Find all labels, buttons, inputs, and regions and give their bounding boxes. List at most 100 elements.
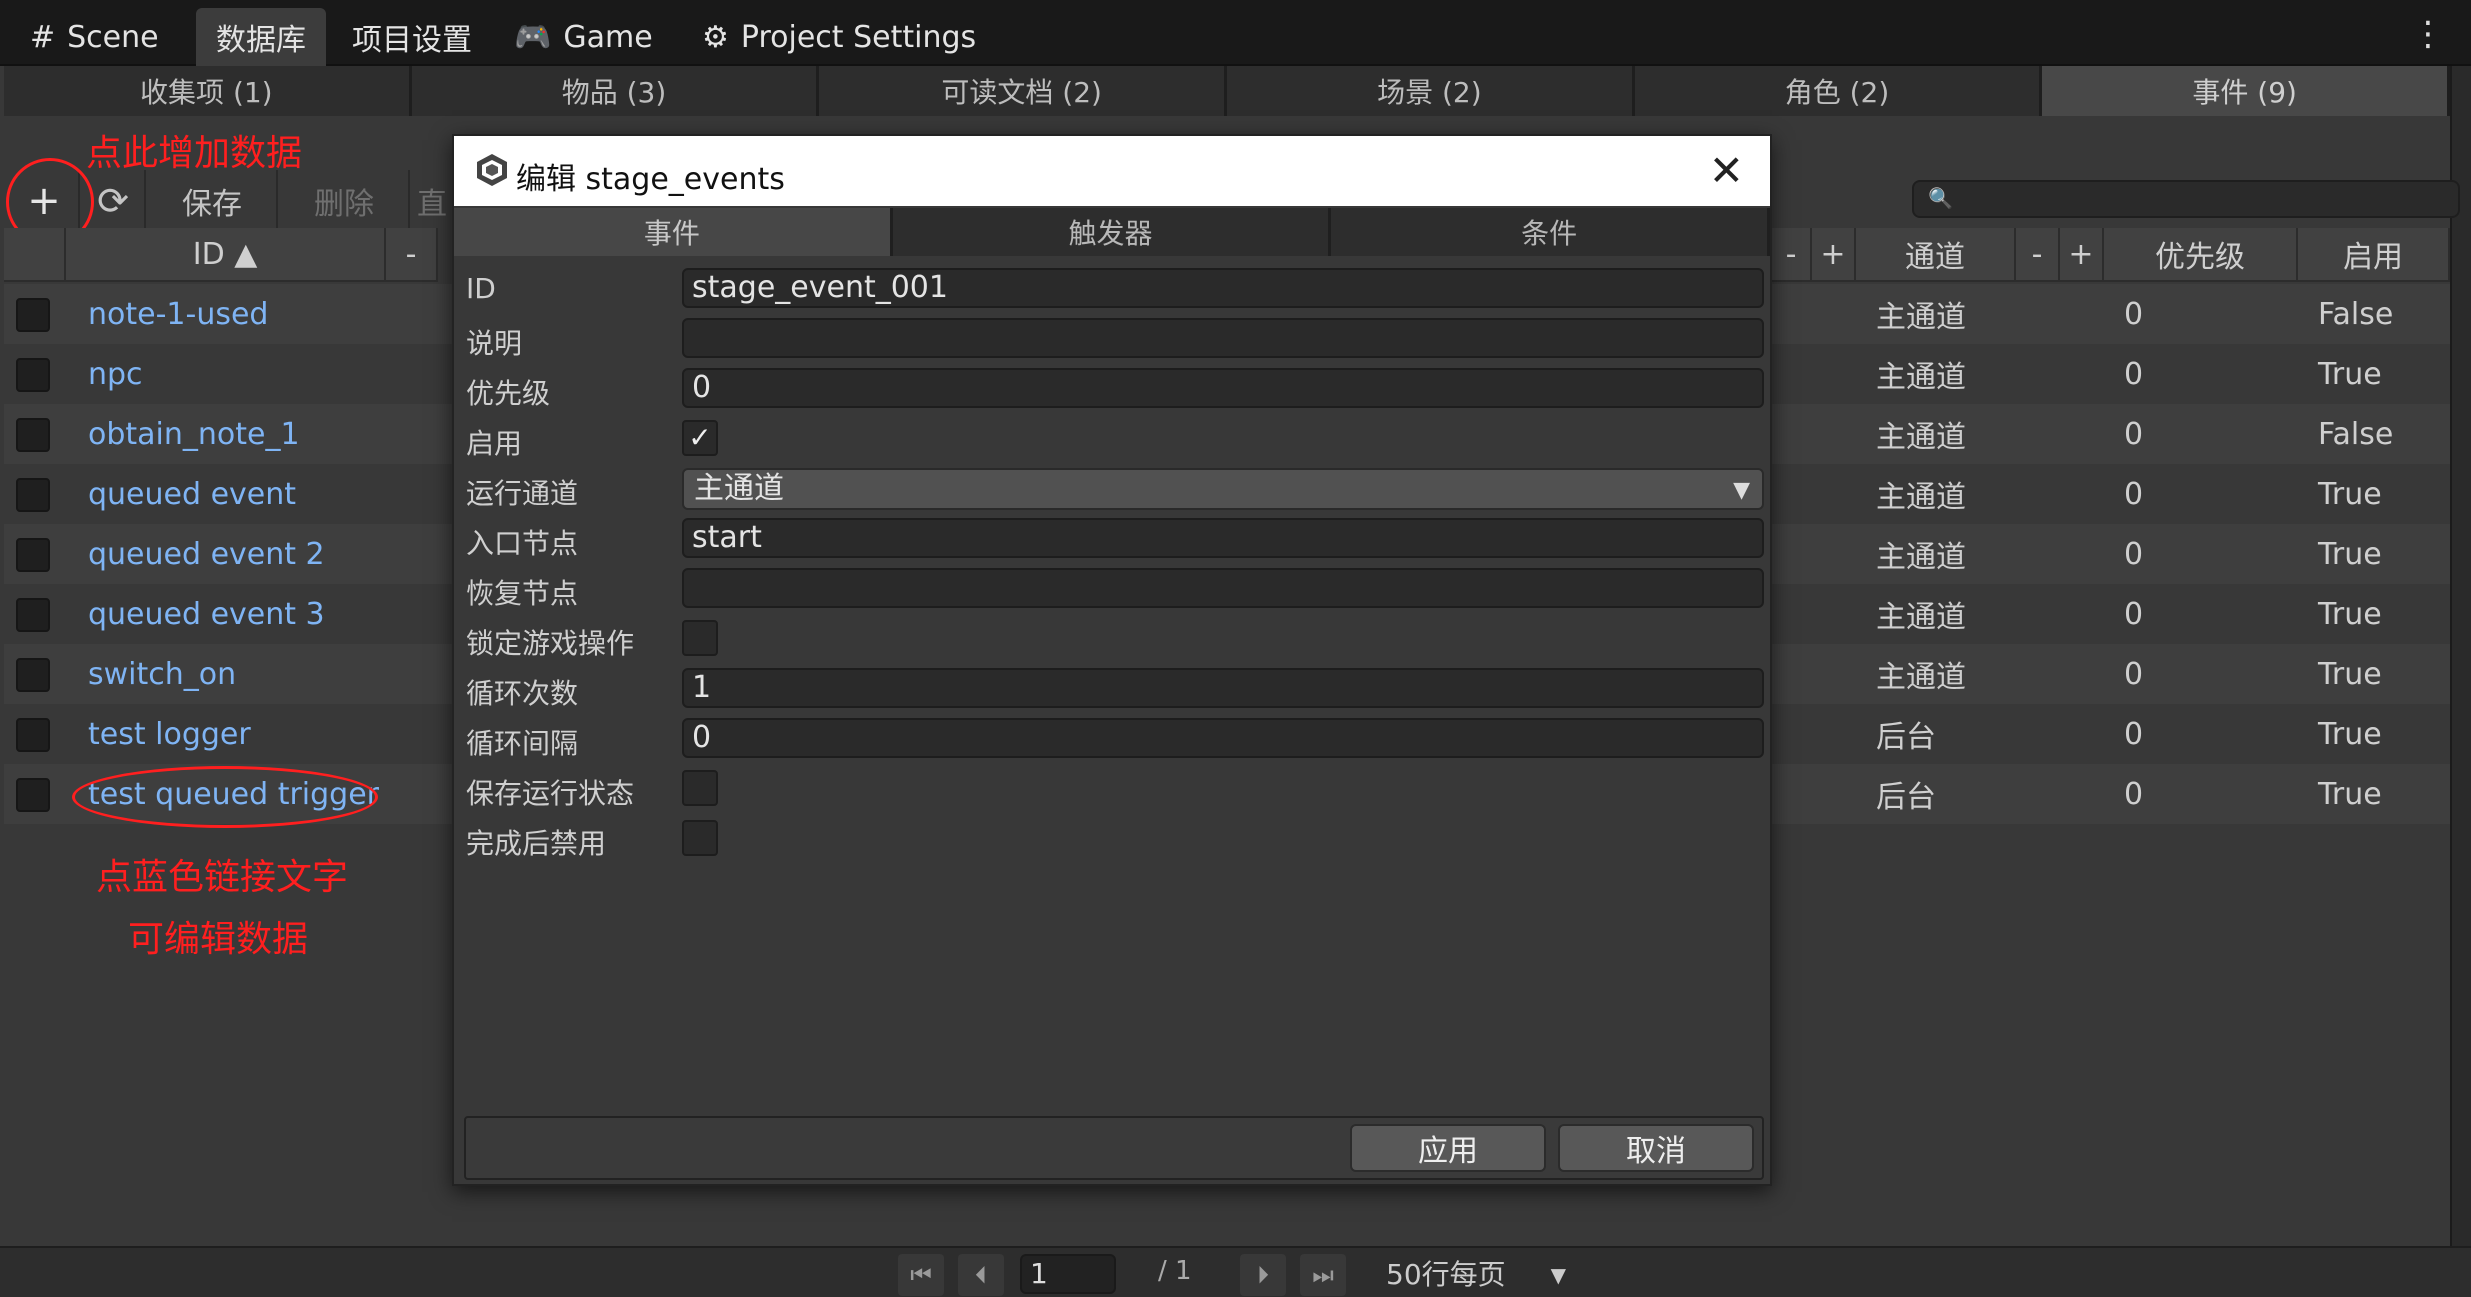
header-id[interactable]: ID ▲: [66, 228, 386, 282]
field-resume-node: 恢复节点: [454, 564, 1770, 614]
row-enabled: True: [2318, 776, 2382, 812]
field-loop-count: 循环次数 1: [454, 664, 1770, 714]
tab-readables[interactable]: 可读文档 (2): [819, 66, 1228, 116]
loop-interval-field[interactable]: 0: [682, 718, 1764, 758]
row-id-link[interactable]: switch_on: [88, 657, 236, 692]
tab-condition[interactable]: 条件: [1331, 208, 1771, 256]
row-id-link[interactable]: queued event 3: [88, 597, 325, 632]
id-field[interactable]: stage_event_001: [682, 268, 1764, 308]
field-label: 保存运行状态: [466, 777, 635, 810]
row-channel: 主通道: [1876, 600, 1966, 635]
header-channel[interactable]: 通道: [1856, 228, 2016, 282]
row-checkbox[interactable]: [16, 298, 50, 332]
row-enabled: True: [2318, 476, 2382, 512]
row-id-link[interactable]: queued event 2: [88, 537, 325, 572]
row-enabled: True: [2318, 656, 2382, 692]
close-icon[interactable]: ✕: [1709, 146, 1744, 195]
rows-per-page-select[interactable]: 50行每页 ▼: [1370, 1254, 1570, 1296]
row-checkbox[interactable]: [16, 598, 50, 632]
row-checkbox[interactable]: [16, 658, 50, 692]
disable-after-checkbox[interactable]: [682, 820, 718, 856]
edit-dialog: 编辑 stage_events ✕ 事件 触发器 条件 ID stage_eve…: [452, 134, 1772, 1186]
row-id-link[interactable]: note-1-used: [88, 297, 268, 332]
save-state-checkbox[interactable]: [682, 770, 718, 806]
header-desc-minus[interactable]: -: [1772, 228, 1812, 282]
enabled-checkbox[interactable]: ✓: [682, 420, 718, 456]
row-checkbox[interactable]: [16, 718, 50, 752]
row-enabled: False: [2318, 296, 2394, 332]
row-enabled: False: [2318, 416, 2394, 452]
header-desc-plus[interactable]: +: [1812, 228, 1856, 282]
row-channel: 主通道: [1876, 360, 1966, 395]
description-field[interactable]: [682, 318, 1764, 358]
prev-page-button[interactable]: ⏴: [958, 1254, 1004, 1296]
field-label: 启用: [466, 427, 523, 460]
tab-trigger[interactable]: 触发器: [892, 208, 1332, 256]
loop-count-field[interactable]: 1: [682, 668, 1764, 708]
tab-game[interactable]: 🎮 Game: [494, 8, 673, 66]
tab-event[interactable]: 事件: [454, 208, 893, 256]
field-label: 优先级: [466, 377, 551, 410]
field-save-state: 保存运行状态: [454, 764, 1770, 814]
row-checkbox[interactable]: [16, 538, 50, 572]
field-disable-after: 完成后禁用: [454, 814, 1770, 864]
header-id-minus[interactable]: -: [386, 228, 438, 282]
field-priority: 优先级 0: [454, 364, 1770, 414]
save-button[interactable]: 保存: [148, 170, 278, 232]
row-channel: 主通道: [1876, 300, 1966, 335]
tab-label: 数据库: [216, 23, 306, 58]
header-enabled[interactable]: 启用: [2298, 228, 2450, 282]
vertical-scrollbar[interactable]: [2450, 66, 2471, 1246]
resume-node-field[interactable]: [682, 568, 1764, 608]
rows-per-page-label: 50行每页: [1386, 1258, 1506, 1291]
row-checkbox[interactable]: [16, 778, 50, 812]
apply-button[interactable]: 应用: [1350, 1124, 1546, 1172]
annotation-link-hint-2: 可编辑数据: [128, 919, 309, 960]
row-channel: 后台: [1876, 720, 1936, 755]
tab-project-config[interactable]: 项目设置: [332, 8, 492, 66]
row-checkbox[interactable]: [16, 358, 50, 392]
row-channel: 主通道: [1876, 540, 1966, 575]
field-entry-node: 入口节点 start: [454, 514, 1770, 564]
tab-characters[interactable]: 角色 (2): [1634, 66, 2043, 116]
annotation-add-hint: 点此增加数据: [86, 133, 303, 174]
annotation-circle-link: [72, 766, 378, 828]
cancel-button[interactable]: 取消: [1558, 1124, 1754, 1172]
category-tabs: 收集项 (1) 物品 (3) 可读文档 (2) 场景 (2) 角色 (2) 事件…: [4, 66, 2451, 116]
gamepad-icon: 🎮: [514, 19, 552, 55]
tab-project-settings[interactable]: ⚙ Project Settings: [682, 8, 996, 66]
more-menu-icon[interactable]: ⋮: [2411, 14, 2445, 54]
tab-scenes[interactable]: 场景 (2): [1227, 66, 1635, 116]
tab-database[interactable]: 数据库: [196, 8, 326, 66]
row-id-link[interactable]: obtain_note_1: [88, 417, 300, 452]
header-priority[interactable]: 优先级: [2104, 228, 2298, 282]
first-page-button[interactable]: ⏮: [898, 1254, 944, 1296]
tab-collectibles[interactable]: 收集项 (1): [4, 66, 412, 116]
row-priority: 0: [2124, 476, 2144, 512]
row-channel: 主通道: [1876, 420, 1966, 455]
entry-node-field[interactable]: start: [682, 518, 1764, 558]
priority-field[interactable]: 0: [682, 368, 1764, 408]
header-channel-minus[interactable]: -: [2016, 228, 2060, 282]
row-checkbox[interactable]: [16, 418, 50, 452]
channel-value: 主通道: [694, 471, 784, 506]
field-label: 说明: [466, 327, 523, 360]
lock-input-checkbox[interactable]: [682, 620, 718, 656]
header-channel-plus[interactable]: +: [2060, 228, 2104, 282]
row-id-link[interactable]: npc: [88, 357, 143, 392]
last-page-button[interactable]: ⏭: [1300, 1254, 1346, 1296]
row-id-link[interactable]: test logger: [88, 717, 251, 752]
row-checkbox[interactable]: [16, 478, 50, 512]
page-input[interactable]: 1: [1020, 1254, 1116, 1294]
tab-scene[interactable]: # Scene: [10, 8, 179, 66]
field-channel: 运行通道 主通道 ▼: [454, 464, 1770, 514]
chevron-down-icon: ▼: [1550, 1263, 1566, 1287]
toolbar-more-button[interactable]: 直: [412, 170, 452, 232]
tab-events[interactable]: 事件 (9): [2042, 66, 2451, 116]
next-page-button[interactable]: ⏵: [1240, 1254, 1286, 1296]
delete-button[interactable]: 删除: [280, 170, 410, 232]
tab-items[interactable]: 物品 (3): [411, 66, 820, 116]
channel-select[interactable]: 主通道 ▼: [682, 468, 1764, 510]
search-input[interactable]: 🔍: [1912, 180, 2460, 218]
row-id-link[interactable]: queued event: [88, 477, 296, 512]
